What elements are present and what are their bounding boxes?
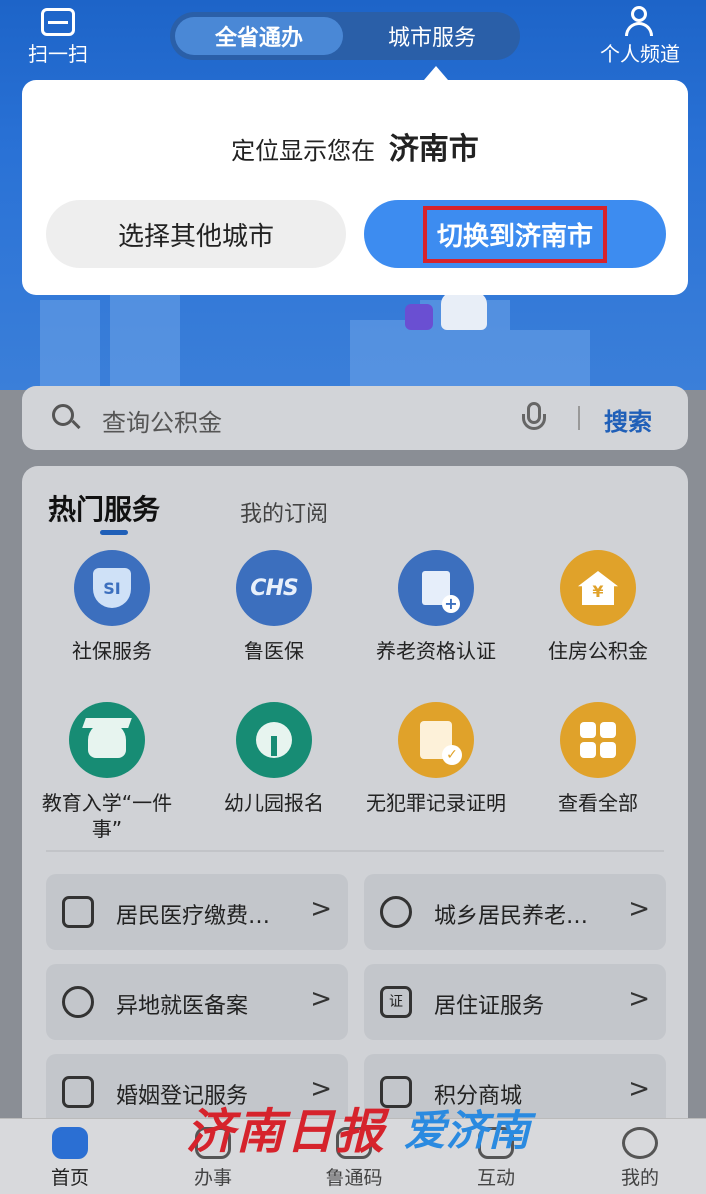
quick-link-label: 居住证服务: [434, 994, 545, 1019]
scan-button[interactable]: 扫一扫: [18, 8, 98, 67]
location-message: 定位显示您在 济南市: [22, 124, 688, 168]
tab-home[interactable]: 首页: [20, 1127, 120, 1190]
microphone-icon[interactable]: [520, 402, 548, 436]
popup-pointer: [424, 66, 448, 80]
shield-icon: SI: [74, 550, 150, 626]
service-item[interactable]: 查看全部: [518, 702, 678, 816]
search-button[interactable]: 搜索: [604, 402, 652, 437]
switch-city-label: 切换到济南市: [422, 205, 607, 263]
service-label: 查看全部: [558, 791, 638, 815]
tab-interaction-label: 互动: [476, 1167, 515, 1189]
service-label: 养老资格认证: [376, 639, 496, 663]
certificate-icon: [398, 702, 474, 778]
quick-link-label: 居民医疗缴费…: [116, 904, 271, 929]
services-card: 热门服务 我的订阅 SI 社保服务 CHS 鲁医保 养老资格认证 ¥ 住房公积金…: [22, 466, 688, 1130]
personal-channel-label: 个人频道: [600, 42, 680, 66]
tab-my-subscription[interactable]: 我的订阅: [240, 496, 328, 528]
tab-hot-services-label: 热门服务: [48, 493, 161, 526]
chevron-right-icon: >: [310, 984, 332, 1014]
service-label: 社保服务: [72, 639, 152, 663]
scan-label: 扫一扫: [28, 42, 88, 66]
service-label: 幼儿园报名: [224, 791, 324, 815]
scan-icon: [41, 8, 75, 36]
chevron-right-icon: >: [628, 894, 650, 924]
service-label: 住房公积金: [548, 639, 648, 663]
quick-link[interactable]: 居民医疗缴费… >: [46, 874, 348, 950]
service-item[interactable]: 教育入学“一件事”: [32, 702, 182, 842]
tab-province-service[interactable]: 全省通办: [175, 17, 343, 55]
tab-home-label: 首页: [50, 1167, 89, 1189]
service-item[interactable]: 幼儿园报名: [194, 702, 354, 816]
tab-profile-label: 我的: [620, 1167, 659, 1189]
search-input[interactable]: 查询公积金: [102, 403, 222, 438]
section-divider: [46, 850, 664, 852]
service-label: 教育入学“一件事”: [41, 791, 173, 841]
top-header: 扫一扫 全省通办 城市服务 个人频道: [0, 0, 706, 72]
watermark-ai-jinan: 爱济南: [404, 1105, 531, 1155]
house-icon: ¥: [560, 550, 636, 626]
search-divider: [578, 406, 580, 430]
switch-city-button[interactable]: 切换到济南市: [364, 200, 666, 268]
search-icon: [52, 404, 81, 432]
quick-link[interactable]: 城乡居民养老… >: [364, 874, 666, 950]
active-tab-indicator: [100, 530, 128, 535]
service-item[interactable]: 养老资格认证: [356, 550, 516, 664]
watermark-jinan-daily: 济南日报: [186, 1104, 387, 1160]
watermark: 济南日报 爱济南: [186, 1096, 531, 1160]
chs-icon: CHS: [236, 550, 312, 626]
profile-icon: [622, 1127, 658, 1159]
chevron-right-icon: >: [628, 1074, 650, 1104]
quick-link-label: 异地就医备案: [116, 994, 249, 1019]
quick-link-label: 城乡居民养老…: [434, 904, 589, 929]
service-label: 鲁医保: [244, 639, 304, 663]
tab-lutong-code-label: 鲁通码: [325, 1167, 383, 1189]
tab-services-label: 办事: [193, 1167, 232, 1189]
service-label: 无犯罪记录证明: [366, 791, 506, 815]
sprout-icon: [236, 702, 312, 778]
choose-other-city-button[interactable]: 选择其他城市: [46, 200, 346, 268]
quick-link[interactable]: 异地就医备案 >: [46, 964, 348, 1040]
marriage-doc-icon: [62, 1076, 94, 1108]
service-item[interactable]: CHS 鲁医保: [194, 550, 354, 664]
service-item[interactable]: ¥ 住房公积金: [518, 550, 678, 664]
quick-link[interactable]: 证 居住证服务 >: [364, 964, 666, 1040]
chevron-right-icon: >: [628, 984, 650, 1014]
elderly-icon: [380, 896, 412, 928]
service-item[interactable]: SI 社保服务: [32, 550, 192, 664]
service-item[interactable]: 无犯罪记录证明: [356, 702, 516, 816]
tab-profile[interactable]: 我的: [590, 1127, 690, 1190]
search-bar[interactable]: 查询公积金 搜索: [22, 386, 688, 450]
document-add-icon: [398, 550, 474, 626]
tab-city-service[interactable]: 城市服务: [348, 17, 516, 55]
chevron-right-icon: >: [310, 894, 332, 924]
id-house-icon: 证: [380, 986, 412, 1018]
location-message-prefix: 定位显示您在: [231, 137, 376, 165]
location-popup: 定位显示您在 济南市 选择其他城市 切换到济南市: [22, 80, 688, 295]
service-scope-switch: 全省通办 城市服务: [170, 12, 520, 60]
located-city: 济南市: [388, 132, 479, 167]
location-plus-icon: [62, 986, 94, 1018]
tab-hot-services[interactable]: 热门服务: [48, 488, 161, 535]
personal-channel-button[interactable]: 个人频道: [590, 6, 690, 67]
graduation-icon: [69, 702, 145, 778]
medical-bag-icon: [62, 896, 94, 928]
grid-icon: [560, 702, 636, 778]
person-switch-icon: [625, 6, 655, 36]
mascot-illustration: [405, 290, 515, 330]
home-icon: [52, 1127, 88, 1159]
